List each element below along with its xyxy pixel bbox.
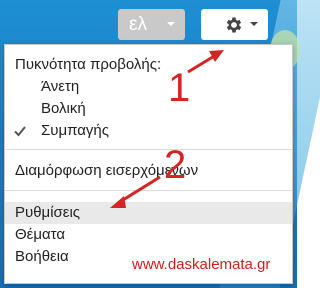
arrow-head — [110, 196, 126, 208]
arrow-to-gear — [187, 53, 217, 74]
annotation-arrows — [110, 50, 224, 208]
watermark: www.daskalemata.gr — [132, 256, 271, 273]
step-number-2: 2 — [164, 143, 187, 187]
step-number-1: 1 — [168, 66, 191, 110]
arrow-head — [209, 50, 224, 62]
